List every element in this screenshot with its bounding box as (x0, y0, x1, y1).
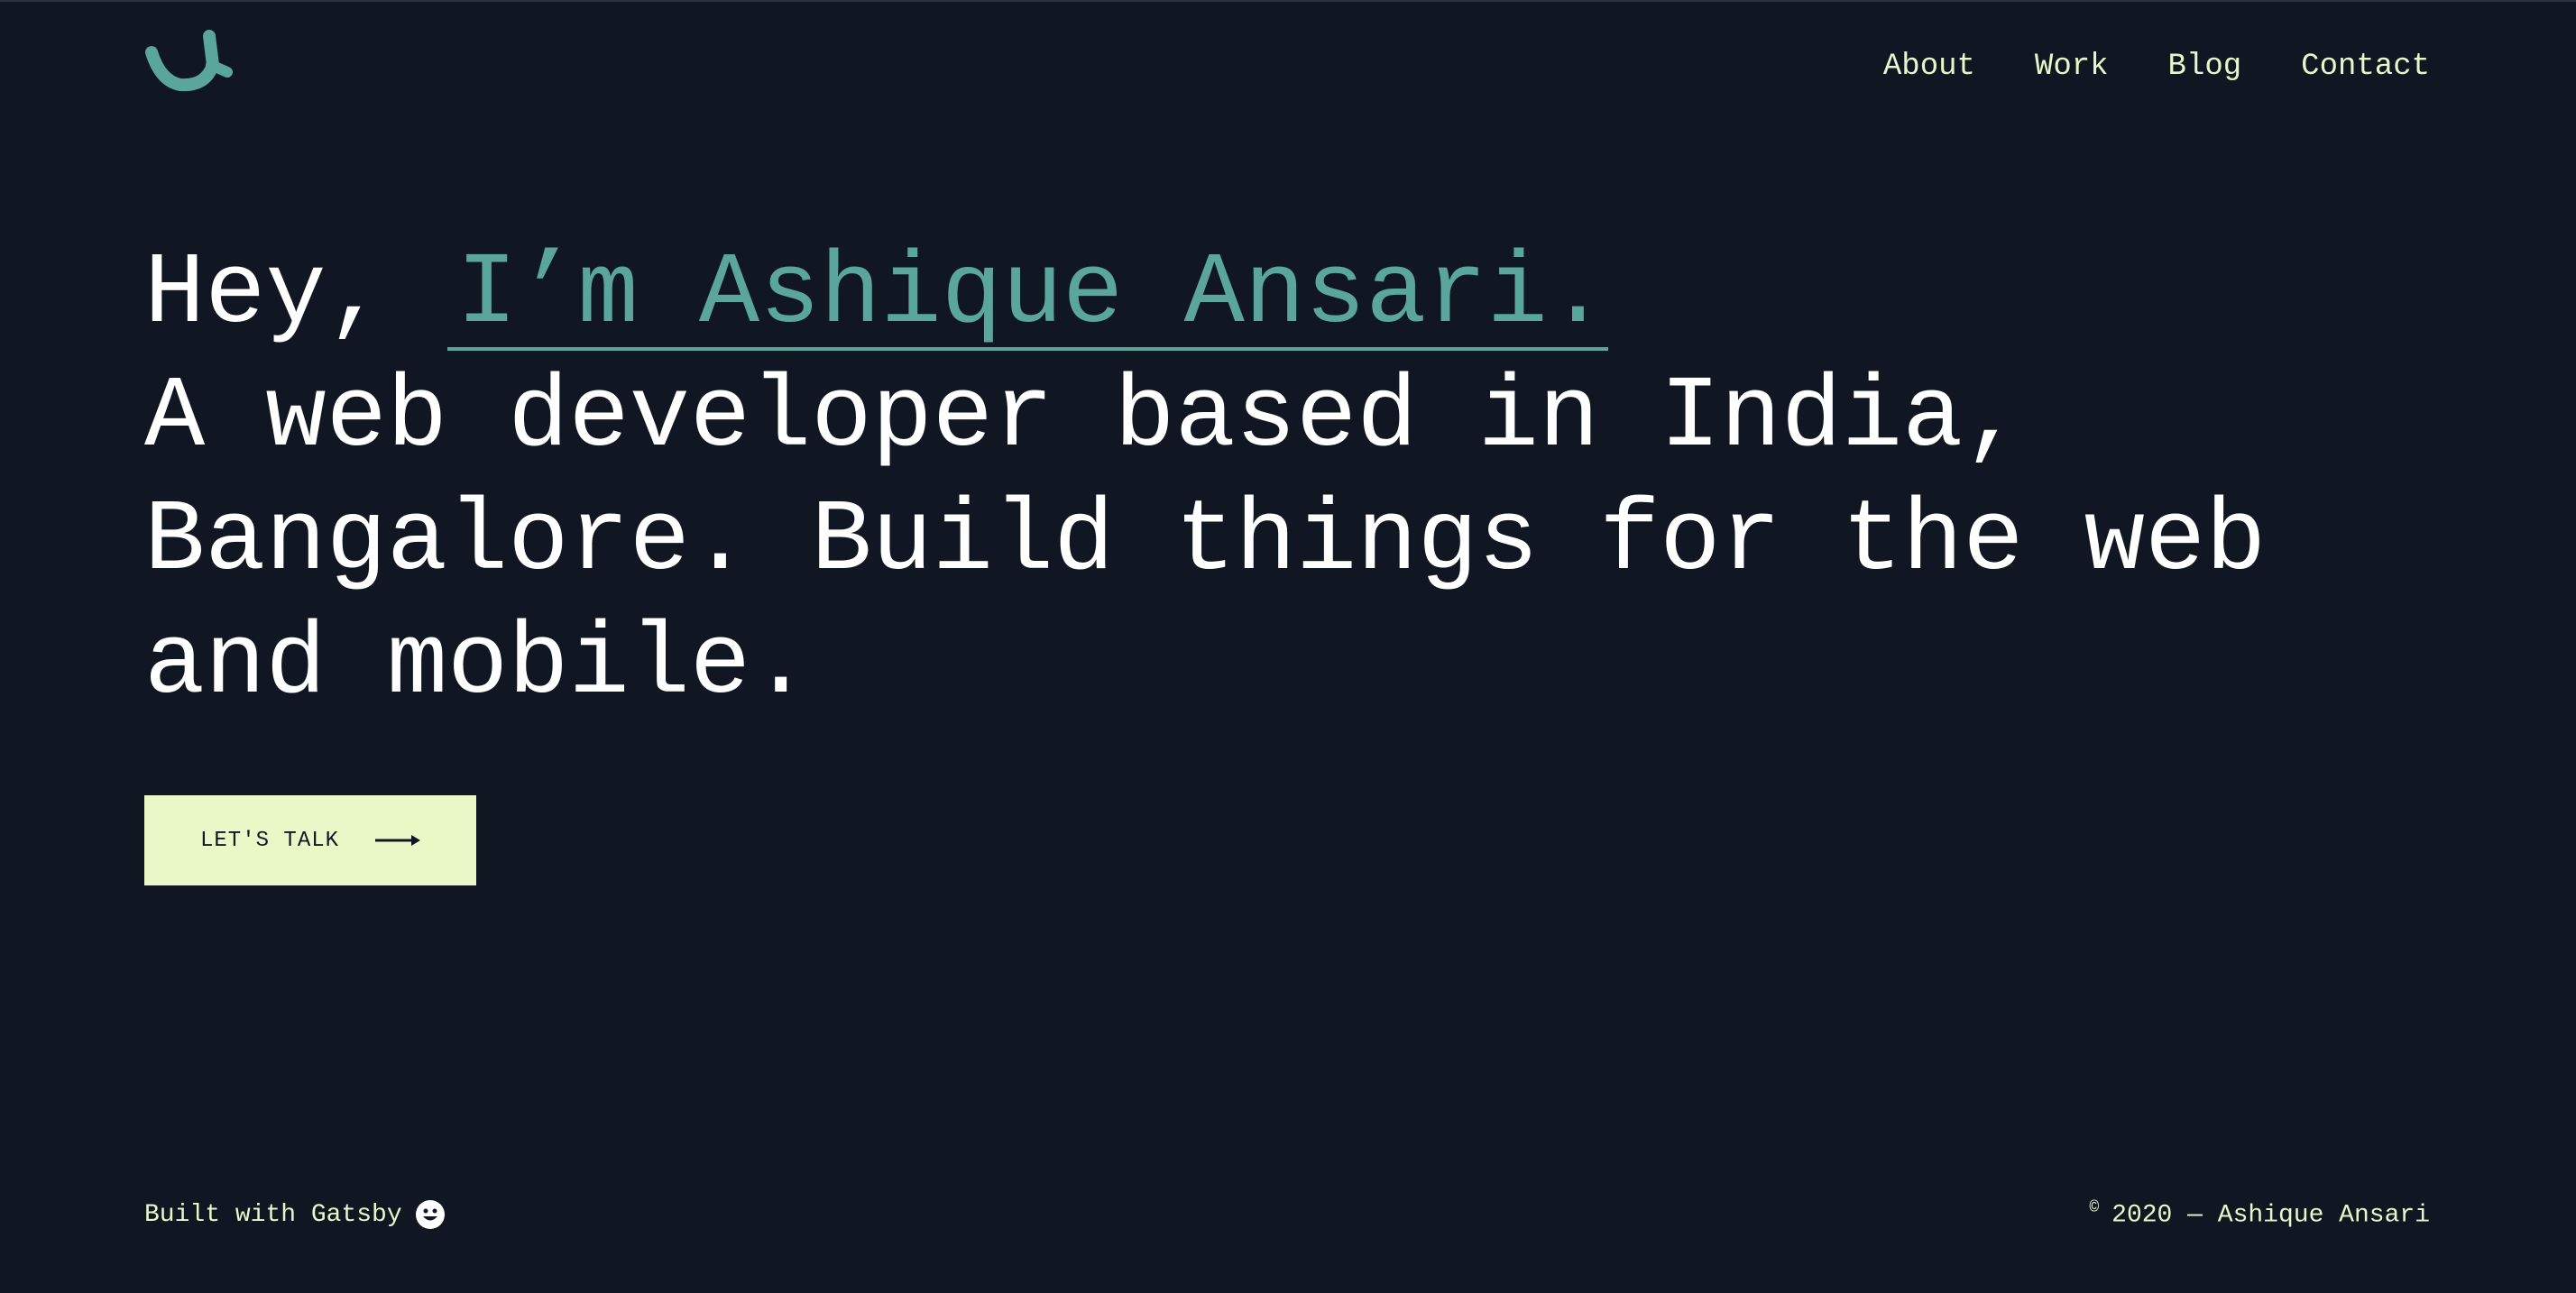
nav-contact-link[interactable]: Contact (2301, 45, 2430, 88)
hero-name-link[interactable]: I’m Ashique Ansari. (447, 244, 1609, 351)
logo-icon[interactable] (143, 25, 235, 108)
nav-work-link[interactable]: Work (2035, 45, 2109, 88)
hero-greeting: Hey, (144, 237, 448, 352)
main-nav: About Work Blog Contact (1824, 45, 2430, 88)
nav-blog-link[interactable]: Blog (2168, 45, 2242, 88)
copyright-text: 2020 — Ashique Ansari (2111, 1201, 2430, 1230)
lets-talk-button[interactable]: LET'S TALK (144, 795, 476, 885)
hero-line-2: Bangalore. Build things for the web (144, 484, 2267, 599)
hero-line-1: A web developer based in India, (144, 361, 2024, 475)
hero-heading: Hey, I’m Ashique Ansari. A web developer… (144, 233, 2399, 727)
smiley-icon (415, 1199, 446, 1230)
lets-talk-label: LET'S TALK (200, 828, 340, 853)
hero-line-3: and mobile. (144, 608, 812, 722)
footer-copyright: © 2020 — Ashique Ansari (2089, 1199, 2430, 1229)
footer-built-with: Built with Gatsby (144, 1199, 446, 1230)
built-with-text: Built with Gatsby (144, 1200, 402, 1229)
nav-about-link[interactable]: About (1883, 45, 1975, 88)
arrow-right-icon (375, 831, 422, 849)
copyright-symbol: © (2089, 1199, 2100, 1217)
